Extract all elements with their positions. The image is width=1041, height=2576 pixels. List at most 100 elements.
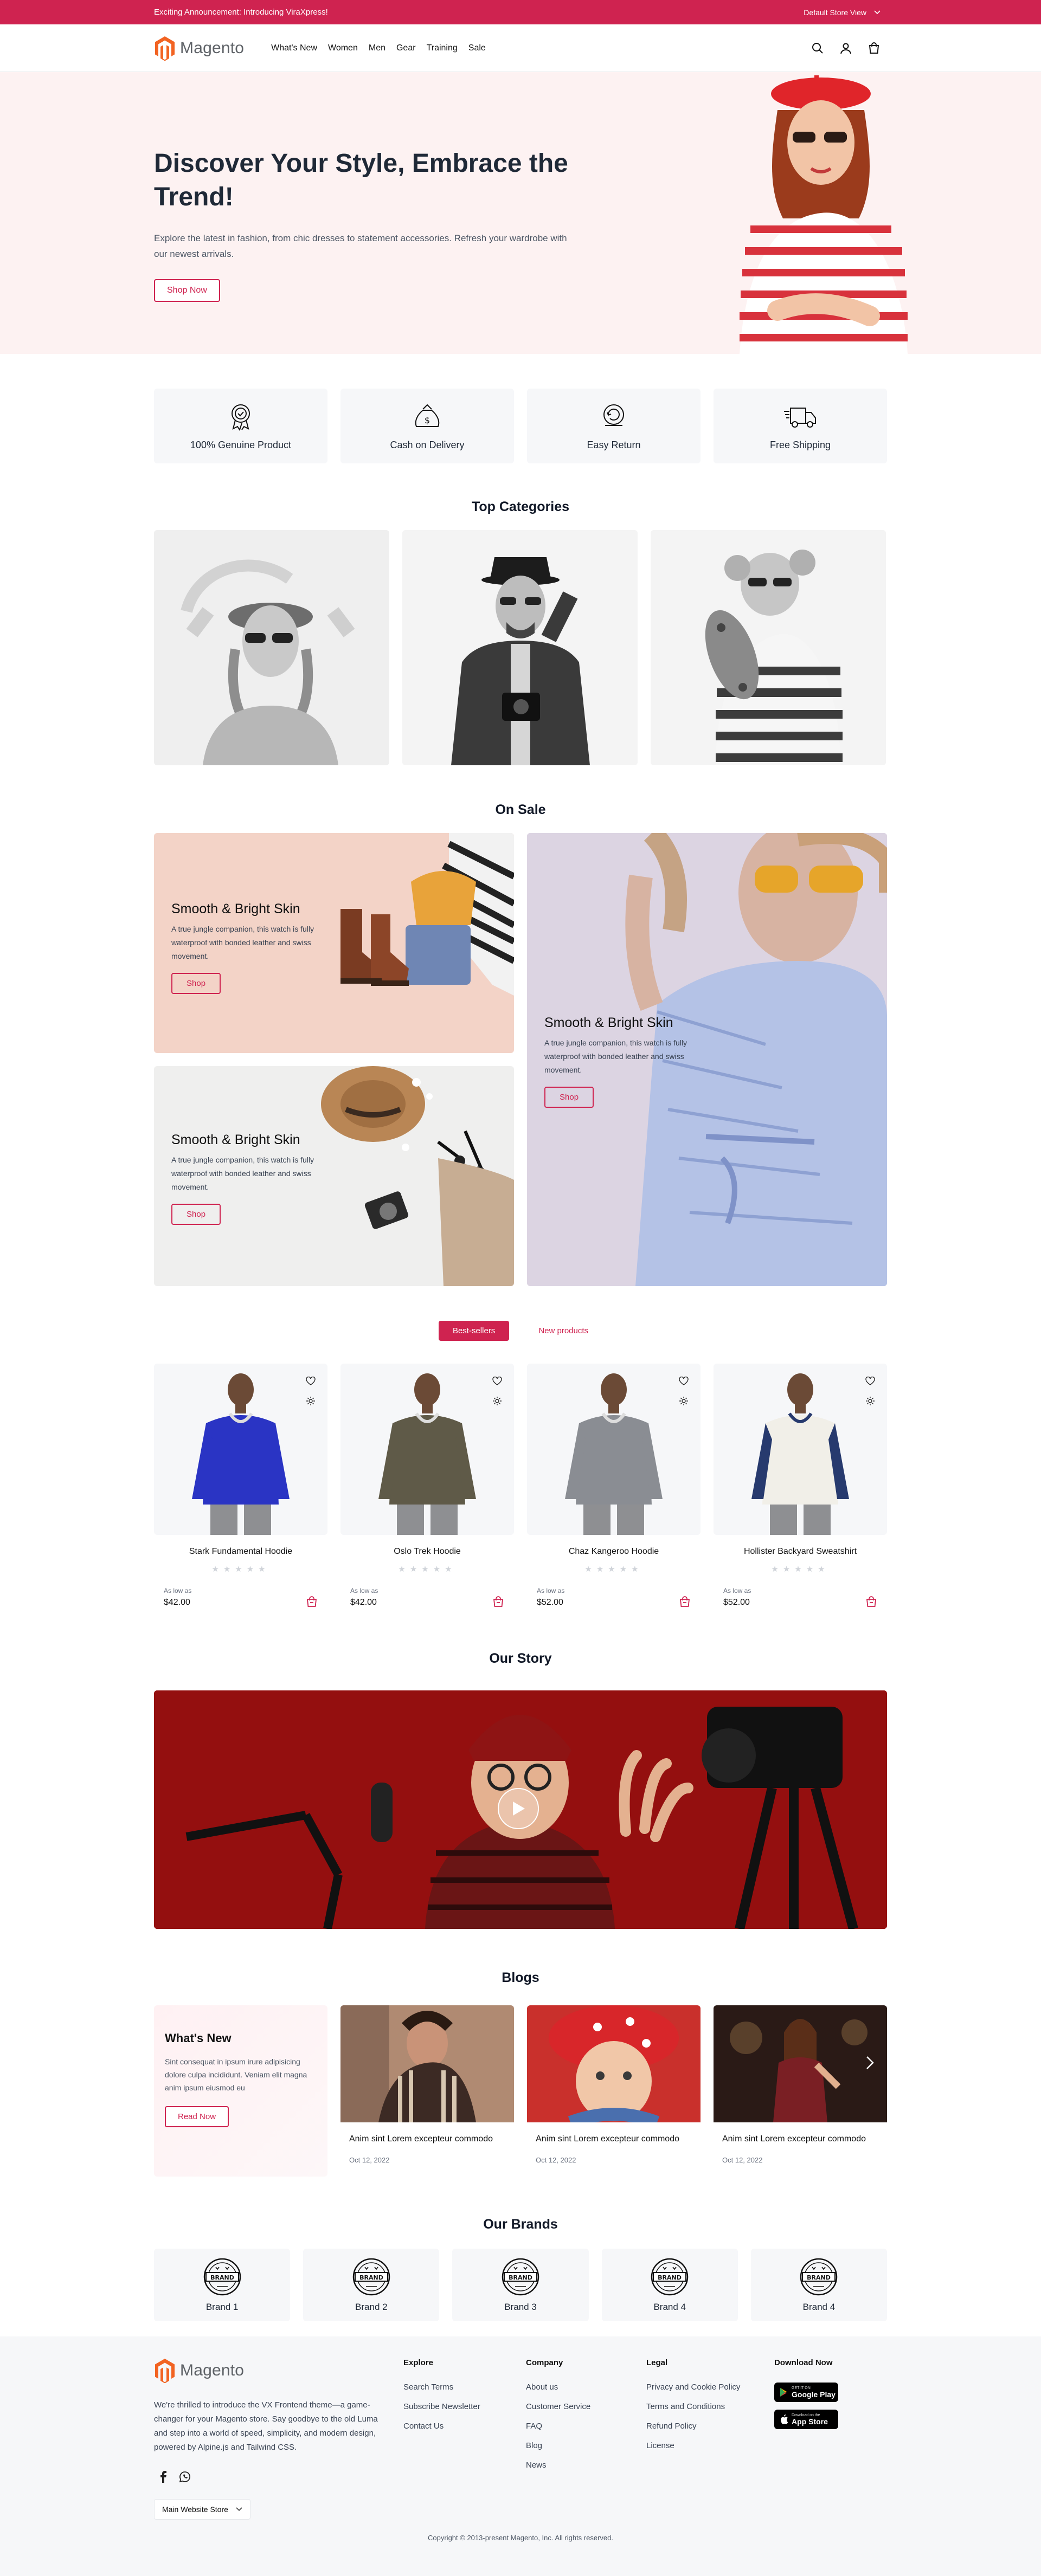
feature-strip: 100% Genuine Product $ Cash on Delivery … (154, 389, 887, 463)
store-view-switcher[interactable]: Default Store View (804, 8, 887, 17)
compare-icon[interactable] (679, 1396, 689, 1406)
brand-logo-text: BRAND (658, 2274, 682, 2281)
cart-icon[interactable] (868, 42, 881, 55)
brand-logo-icon: BRAND (203, 2258, 241, 2296)
brand-logo-text: BRAND (509, 2274, 532, 2281)
footer-link-about-us[interactable]: About us (526, 2383, 646, 2392)
compare-icon[interactable] (306, 1396, 316, 1406)
nav-item-gear[interactable]: Gear (396, 43, 416, 53)
blog-card[interactable]: Anim sint Lorem excepteur commodo Oct 12… (340, 2005, 514, 2177)
social-links (154, 2471, 403, 2483)
brand-logo-text: BRAND (807, 2274, 831, 2281)
google-play-label: Google Play (792, 2390, 836, 2399)
product-name[interactable]: Hollister Backyard Sweatshirt (714, 1547, 887, 1557)
footer-link-license[interactable]: License (646, 2441, 774, 2450)
shop-now-button[interactable]: Shop Now (154, 279, 220, 302)
add-to-cart-icon[interactable] (492, 1596, 504, 1607)
wishlist-heart-icon[interactable] (492, 1377, 502, 1385)
nav-item-training[interactable]: Training (427, 43, 458, 53)
google-play-badge[interactable]: GET IT ON Google Play (774, 2383, 838, 2402)
product-photo (192, 1373, 290, 1535)
add-to-cart-icon[interactable] (679, 1596, 691, 1607)
shop-button[interactable]: Shop (171, 973, 221, 994)
product-card[interactable]: Stark Fundamental Hoodie ★★★★★ As low as… (154, 1364, 327, 1607)
sale-card-content: Smooth & Bright Skin A true jungle compa… (544, 1015, 702, 1108)
footer-link-faq[interactable]: FAQ (526, 2422, 646, 2431)
hero-title: Discover Your Style, Embrace the Trend! (154, 149, 568, 211)
brand-tile[interactable]: BRAND Brand 2 (303, 2249, 440, 2321)
brand-tile[interactable]: BRAND Brand 1 (154, 2249, 291, 2321)
google-play-icon (780, 2388, 787, 2397)
app-store-badge[interactable]: Download on the App Store (774, 2410, 838, 2429)
blog-intro-card: What's New Sint consequat in ipsum irure… (154, 2005, 327, 2177)
product-image[interactable] (154, 1364, 327, 1535)
shop-button[interactable]: Shop (544, 1087, 594, 1108)
footer-link-search-terms[interactable]: Search Terms (403, 2383, 526, 2392)
add-to-cart-icon[interactable] (865, 1596, 877, 1607)
blog-card[interactable]: Anim sint Lorem excepteur commodo Oct 12… (714, 2005, 887, 2177)
blog-image (340, 2005, 514, 2122)
facebook-icon[interactable] (159, 2471, 167, 2483)
footer-link-terms[interactable]: Terms and Conditions (646, 2402, 774, 2411)
footer-link-customer-service[interactable]: Customer Service (526, 2402, 646, 2411)
footer-link-refund-policy[interactable]: Refund Policy (646, 2422, 774, 2431)
brand-tile[interactable]: BRAND Brand 3 (452, 2249, 589, 2321)
tab-new-products[interactable]: New products (524, 1321, 602, 1341)
chevron-down-icon (236, 2507, 242, 2512)
brand-tile[interactable]: BRAND Brand 4 (601, 2249, 738, 2321)
brand-logo-text: BRAND (210, 2274, 234, 2281)
footer-link-privacy-policy[interactable]: Privacy and Cookie Policy (646, 2383, 774, 2392)
product-image[interactable] (340, 1364, 514, 1535)
compare-icon[interactable] (865, 1396, 875, 1406)
category-card-kids[interactable] (651, 530, 886, 765)
footer-logo[interactable]: Magento (154, 2358, 403, 2383)
tab-best-sellers[interactable]: Best-sellers (438, 1321, 510, 1341)
product-name[interactable]: Chaz Kangeroo Hoodie (527, 1547, 701, 1557)
nav-item-men[interactable]: Men (369, 43, 385, 53)
blog-intro-title: What's New (165, 2031, 232, 2045)
wishlist-heart-icon[interactable] (679, 1377, 689, 1385)
whatsapp-icon[interactable] (179, 2471, 191, 2483)
feature-label: 100% Genuine Product (190, 439, 292, 450)
product-name[interactable]: Oslo Trek Hoodie (340, 1547, 514, 1557)
store-switcher-value: Main Website Store (162, 2505, 228, 2514)
footer-link-contact-us[interactable]: Contact Us (403, 2422, 526, 2431)
category-card-men[interactable] (402, 530, 638, 765)
blog-date: Oct 12, 2022 (722, 2156, 763, 2164)
category-card-women[interactable] (154, 530, 389, 765)
product-card[interactable]: Hollister Backyard Sweatshirt ★★★★★ As l… (714, 1364, 887, 1607)
wishlist-heart-icon[interactable] (865, 1377, 875, 1385)
story-video[interactable] (154, 1690, 887, 1929)
compare-icon[interactable] (492, 1396, 502, 1406)
account-icon[interactable] (839, 42, 852, 55)
search-icon[interactable] (811, 42, 824, 55)
nav-item-women[interactable]: Women (328, 43, 358, 53)
product-name[interactable]: Stark Fundamental Hoodie (154, 1547, 327, 1557)
add-to-cart-icon[interactable] (306, 1596, 318, 1607)
product-price-prefix: As low as (723, 1587, 751, 1594)
logo[interactable]: Magento (154, 36, 244, 61)
chevron-right-icon[interactable] (865, 2055, 875, 2070)
product-price: $42.00 (350, 1598, 377, 1607)
play-video-button[interactable] (498, 1788, 539, 1829)
product-price-row: As low as $52.00 (714, 1587, 887, 1607)
wishlist-heart-icon[interactable] (306, 1377, 316, 1385)
blog-image (527, 2005, 701, 2122)
nav-item-whats-new[interactable]: What's New (271, 43, 317, 53)
product-image[interactable] (714, 1364, 887, 1535)
product-card[interactable]: Chaz Kangeroo Hoodie ★★★★★ As low as $52… (527, 1364, 701, 1607)
read-now-button[interactable]: Read Now (165, 2106, 229, 2127)
nav-item-sale[interactable]: Sale (468, 43, 486, 53)
footer-link-blog[interactable]: Blog (526, 2441, 646, 2450)
product-card[interactable]: Oslo Trek Hoodie ★★★★★ As low as $42.00 (340, 1364, 514, 1607)
product-image[interactable] (527, 1364, 701, 1535)
store-switcher-select[interactable]: Main Website Store (154, 2499, 250, 2520)
on-sale-grid: Smooth & Bright Skin A true jungle compa… (154, 833, 887, 1286)
brand-tile[interactable]: BRAND Brand 4 (750, 2249, 888, 2321)
footer-link-subscribe-newsletter[interactable]: Subscribe Newsletter (403, 2402, 526, 2411)
blog-card[interactable]: Anim sint Lorem excepteur commodo Oct 12… (527, 2005, 701, 2177)
category-men-image (402, 530, 638, 765)
cash-bag-icon: $ (415, 404, 440, 427)
shop-button[interactable]: Shop (171, 1204, 221, 1225)
footer-link-news[interactable]: News (526, 2461, 646, 2470)
